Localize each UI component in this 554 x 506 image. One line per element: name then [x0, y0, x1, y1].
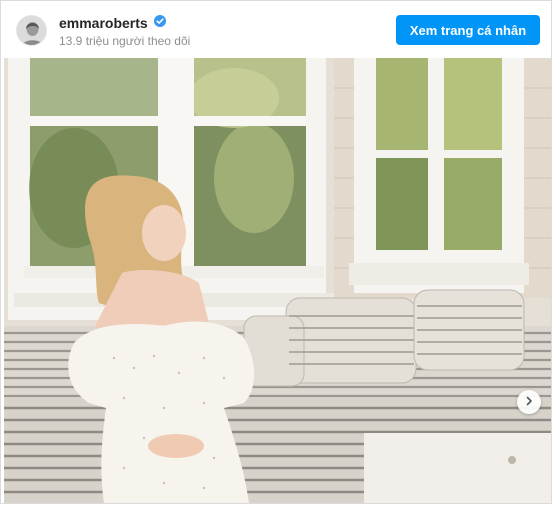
instagram-embed-card: emmaroberts 13.9 triệu người theo dõi Xe…: [0, 0, 552, 504]
avatar-image: [17, 16, 46, 45]
user-info: emmaroberts 13.9 triệu người theo dõi: [59, 14, 190, 48]
next-slide-button[interactable]: [517, 390, 541, 414]
view-profile-button[interactable]: Xem trang cá nhân: [396, 15, 540, 45]
followers-count: 13.9 triệu người theo dõi: [59, 34, 191, 48]
photo-illustration: [4, 58, 551, 503]
post-header: emmaroberts 13.9 triệu người theo dõi Xe…: [1, 1, 551, 58]
verified-badge-icon: [153, 14, 166, 32]
avatar[interactable]: [16, 15, 47, 46]
chevron-right-icon: [524, 393, 534, 411]
username[interactable]: emmaroberts: [59, 15, 148, 31]
username-row: emmaroberts: [59, 14, 190, 32]
post-image[interactable]: [4, 58, 551, 503]
